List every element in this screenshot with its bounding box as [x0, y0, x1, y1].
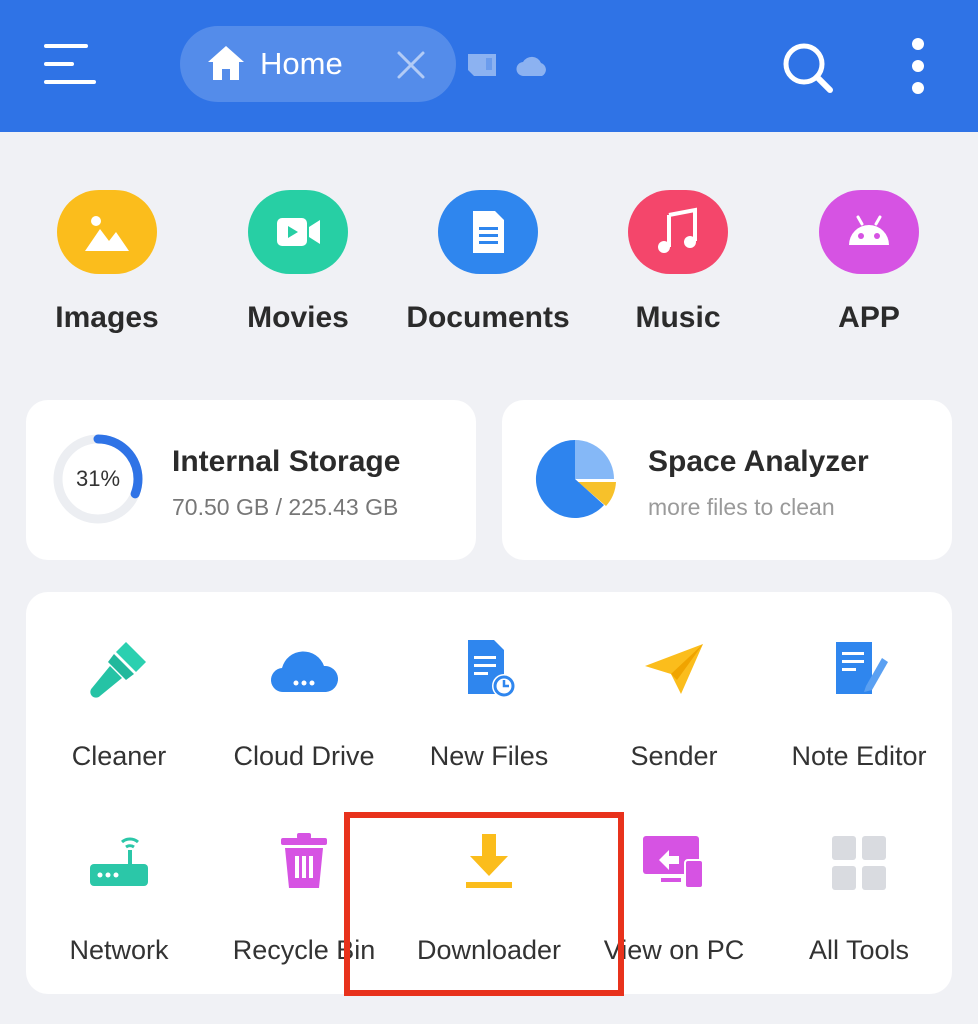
monitor-icon: [643, 836, 704, 889]
category-images[interactable]: Images: [12, 190, 202, 350]
tools-panel: Cleaner Cloud Drive New Files Sender Not…: [26, 592, 952, 994]
category-label: Movies: [247, 301, 349, 334]
android-icon: [849, 215, 889, 245]
category-app[interactable]: APP: [774, 190, 964, 350]
menu-icon[interactable]: [44, 42, 96, 86]
new-files-icon: [468, 640, 516, 698]
storage-used: 70.50 GB / 225.43 GB: [172, 494, 399, 520]
tool-sender[interactable]: Sender: [581, 636, 767, 786]
tool-new-files[interactable]: New Files: [396, 636, 582, 786]
tool-all-tools[interactable]: All Tools: [766, 830, 952, 980]
search-icon[interactable]: [780, 40, 836, 96]
tool-label: Network: [69, 935, 169, 965]
category-documents-pill: [438, 190, 538, 274]
tool-label: All Tools: [808, 935, 910, 965]
pie-chart-icon: [535, 439, 616, 518]
note-edit-icon: [836, 642, 888, 694]
storage-title: Internal Storage: [172, 445, 401, 478]
home-icon: [208, 46, 244, 80]
category-movies[interactable]: Movies: [203, 190, 393, 350]
category-label: Music: [635, 301, 721, 334]
tool-label: View on PC: [603, 935, 745, 965]
tool-network[interactable]: Network: [26, 830, 212, 980]
tool-label: Cloud Drive: [233, 741, 375, 771]
more-vertical-icon[interactable]: [906, 38, 930, 94]
tool-label: Note Editor: [791, 741, 927, 771]
tool-label: Recycle Bin: [232, 935, 376, 965]
category-label: APP: [838, 301, 900, 334]
tab-home[interactable]: Home: [180, 26, 456, 102]
internal-storage-card[interactable]: 31% Internal Storage 70.50 GB / 225.43 G…: [26, 400, 476, 560]
space-analyzer-card[interactable]: Space Analyzer more files to clean: [502, 400, 952, 560]
image-icon: [85, 216, 129, 251]
top-bar: Home: [0, 0, 978, 132]
analyzer-subtitle: more files to clean: [648, 494, 835, 520]
router-icon: [90, 837, 148, 886]
grid-icon: [832, 836, 886, 890]
tool-label: Sender: [630, 741, 718, 771]
category-images-pill: [57, 190, 157, 274]
tool-view-on-pc[interactable]: View on PC: [581, 830, 767, 980]
brush-icon: [90, 642, 146, 698]
tool-label: Cleaner: [71, 741, 167, 771]
document-icon: [473, 211, 504, 253]
category-documents[interactable]: Documents: [393, 190, 583, 350]
category-movies-pill: [248, 190, 348, 274]
video-icon: [277, 218, 320, 246]
download-icon: [466, 834, 512, 888]
category-app-pill: [819, 190, 919, 274]
tool-label: Downloader: [416, 935, 562, 965]
music-icon: [658, 207, 697, 253]
sd-card-icon[interactable]: [466, 52, 498, 78]
cloud-drive-icon: [270, 651, 339, 693]
paper-plane-icon: [645, 644, 703, 694]
tool-cleaner[interactable]: Cleaner: [26, 636, 212, 786]
cloud-icon[interactable]: [515, 54, 549, 78]
category-label: Images: [55, 301, 159, 334]
tool-note-editor[interactable]: Note Editor: [766, 636, 952, 786]
analyzer-title: Space Analyzer: [648, 445, 869, 478]
category-label: Documents: [406, 301, 570, 334]
category-music-pill: [628, 190, 728, 274]
category-music[interactable]: Music: [583, 190, 773, 350]
trash-icon: [281, 833, 327, 888]
tool-downloader[interactable]: Downloader: [396, 830, 582, 980]
close-icon[interactable]: [396, 50, 426, 80]
tool-cloud-drive[interactable]: Cloud Drive: [211, 636, 397, 786]
tool-recycle-bin[interactable]: Recycle Bin: [211, 830, 397, 980]
storage-percent: 31%: [75, 466, 121, 491]
tool-label: New Files: [429, 741, 549, 771]
tab-home-label: Home: [260, 46, 343, 81]
